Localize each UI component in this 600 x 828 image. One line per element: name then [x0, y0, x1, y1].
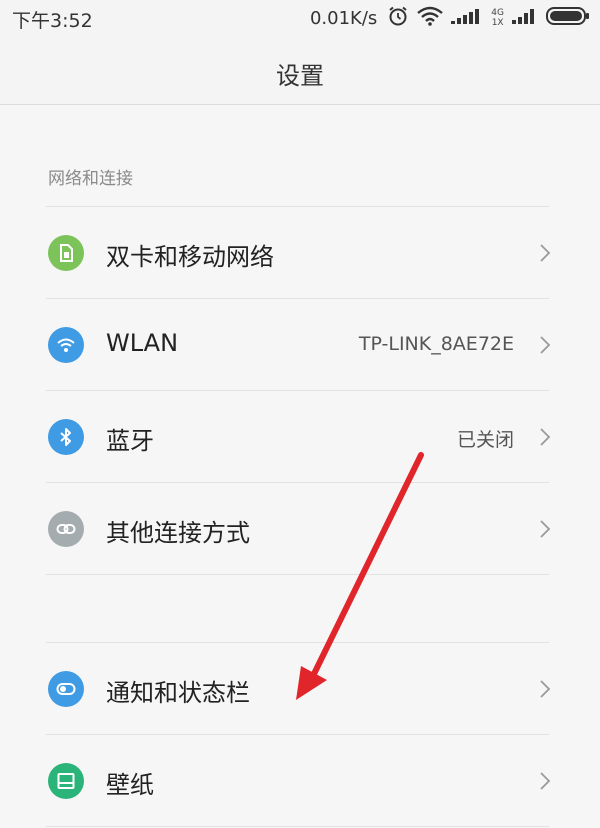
annotation-arrow-icon [296, 452, 424, 700]
